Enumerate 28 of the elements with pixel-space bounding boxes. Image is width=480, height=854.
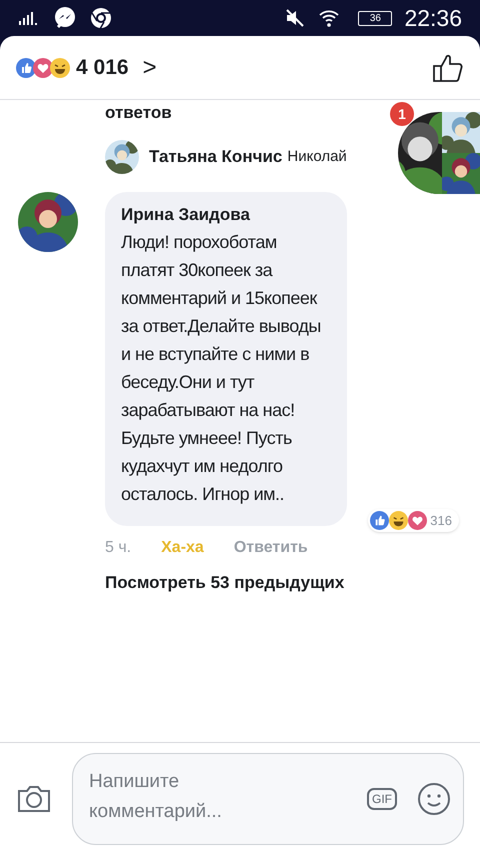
comment-input[interactable]: Напишите комментарий... GIF <box>72 752 464 844</box>
camera-icon[interactable] <box>16 784 52 814</box>
comment-author[interactable]: Ирина Заидова <box>121 202 331 228</box>
comment-text: Люди! порохоботам платят 30копеек за комментарий и 15копеек за ответ.Делайте выводы и не вступайте с ними в беседу.Они и тут зарабатывают на нас!Будьте умнеее! Пусть кудахчут им недолго осталось. Игнор им.. <box>121 231 322 506</box>
chevron[interactable]: > <box>142 50 157 86</box>
reply-snippet: Николай <box>287 146 347 167</box>
reply-author[interactable]: Татьяна Кончис <box>149 144 282 170</box>
replies-label[interactable]: ответов <box>105 102 172 124</box>
wifi-icon <box>318 9 340 27</box>
laughing-reaction-icon <box>389 510 408 530</box>
muted-speaker-icon <box>284 8 306 28</box>
battery-indicator: 36 <box>358 10 392 26</box>
thumbs-up-icon[interactable] <box>432 52 464 82</box>
heart-reaction-icon <box>33 58 53 78</box>
comment-reaction-count: 316 <box>430 512 452 530</box>
chrome-icon <box>90 7 112 29</box>
emoji-icon[interactable] <box>417 782 451 816</box>
messenger-icon <box>54 7 76 29</box>
like-reaction-icon <box>16 58 36 78</box>
clock: 22:36 <box>404 4 462 33</box>
signal-icon <box>18 11 40 25</box>
comment-time: 5 ч. <box>105 538 132 558</box>
like-reaction-icon <box>370 510 390 530</box>
laughing-reaction-icon <box>50 58 70 78</box>
reaction-count[interactable]: 4 016 <box>76 52 129 84</box>
heart-reaction-icon <box>408 510 428 530</box>
view-previous-link[interactable]: Посмотреть 53 предыдущих <box>105 570 344 596</box>
gif-button[interactable]: GIF <box>367 788 397 810</box>
